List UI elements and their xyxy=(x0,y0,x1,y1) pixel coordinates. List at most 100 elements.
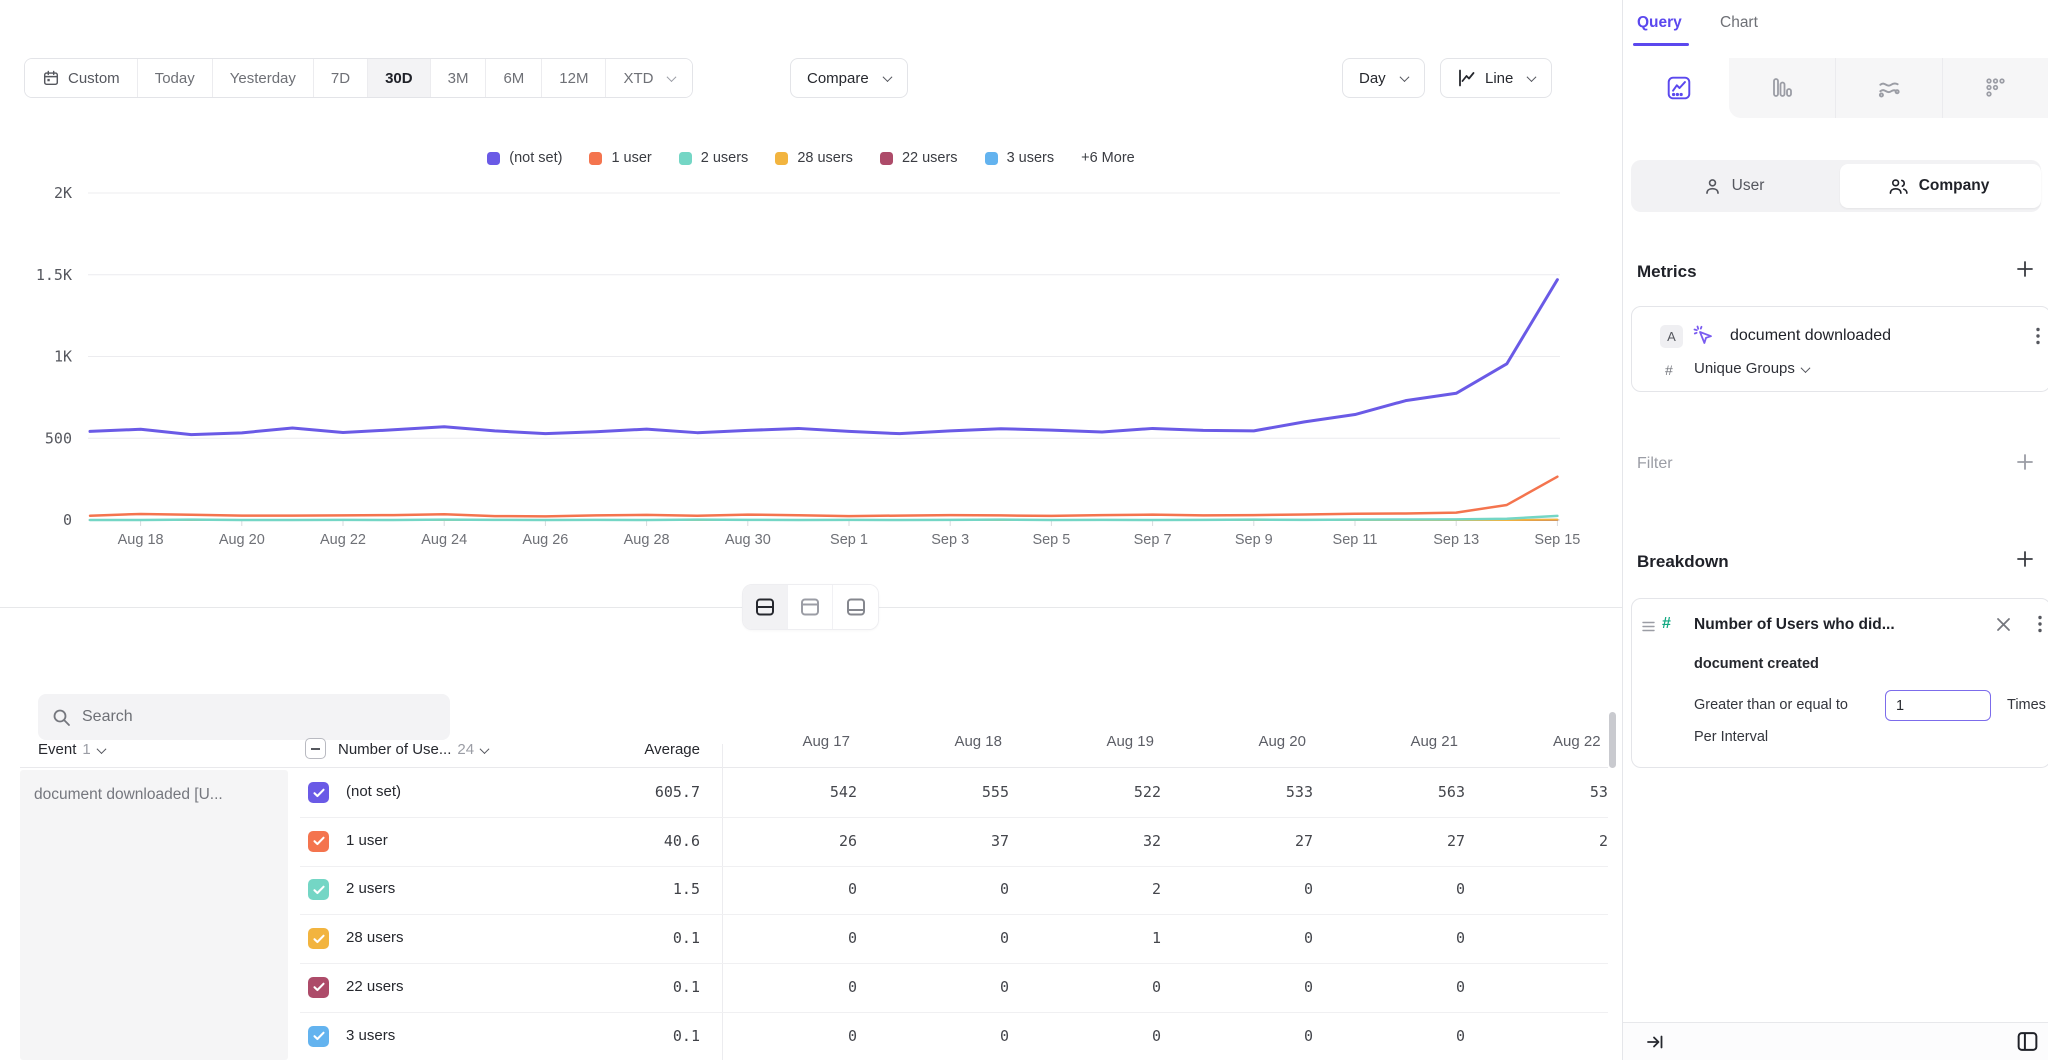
times-unit-label: Times xyxy=(2007,697,2046,713)
range-label: 30D xyxy=(385,70,413,87)
granularity-button[interactable]: Day xyxy=(1342,58,1425,98)
range-button-xtd[interactable]: XTD xyxy=(606,59,692,97)
active-tab-underline xyxy=(1633,43,1689,46)
range-label: Custom xyxy=(68,70,120,87)
range-button-30d[interactable]: 30D xyxy=(368,59,431,97)
row-value: 0 xyxy=(767,978,857,996)
row-checkbox[interactable] xyxy=(308,928,329,949)
group-column-header[interactable]: Number of Use...24 xyxy=(338,741,488,758)
search-input[interactable] xyxy=(82,708,412,726)
row-value: 0 xyxy=(1527,978,1608,996)
row-average: 1.5 xyxy=(530,880,700,898)
row-checkbox[interactable] xyxy=(308,879,329,900)
drag-handle-icon[interactable] xyxy=(1642,621,1655,632)
row-checkbox[interactable] xyxy=(308,977,329,998)
tab-chart[interactable]: Chart xyxy=(1720,14,1758,32)
row-value: 37 xyxy=(919,832,1009,850)
row-checkbox[interactable] xyxy=(308,831,329,852)
breakdown-card[interactable]: # Number of Users who did... document cr… xyxy=(1631,598,2048,768)
range-label: XTD xyxy=(623,70,653,87)
row-value: 0 xyxy=(1375,978,1465,996)
bar-chart-icon xyxy=(1770,76,1794,100)
main-area: Custom Today Yesterday 7D 30D 3M6M12M XTD Comp… xyxy=(0,0,1622,1060)
row-value: 27 xyxy=(1223,832,1313,850)
range-button-custom[interactable]: Custom xyxy=(25,59,138,97)
svg-text:Aug 22: Aug 22 xyxy=(320,532,366,548)
granularity-label: Day xyxy=(1359,70,1386,87)
bottom-view-icon xyxy=(845,596,867,618)
date-column-header: Aug 20 xyxy=(1216,733,1306,750)
svg-text:Sep 13: Sep 13 xyxy=(1433,532,1479,548)
breakdown-condition-label: Greater than or equal to xyxy=(1694,697,1848,713)
event-column-header[interactable]: Event1 xyxy=(38,741,105,758)
layout-split-button[interactable] xyxy=(743,585,788,629)
range-button-yesterday[interactable]: Yesterday xyxy=(213,59,314,97)
add-breakdown-button[interactable] xyxy=(2016,550,2034,568)
add-metric-button[interactable] xyxy=(2016,260,2034,278)
chart-type-more-tab[interactable] xyxy=(1942,58,2048,118)
range-label: Today xyxy=(155,70,195,87)
add-filter-button[interactable] xyxy=(2016,453,2034,471)
row-value: 535 xyxy=(1527,783,1608,801)
scope-toggle: User Company xyxy=(1631,160,2041,212)
table-body: (not set)605.75425555225335635351 user40… xyxy=(300,769,1608,1060)
compare-button[interactable]: Compare xyxy=(790,58,908,98)
row-average: 0.1 xyxy=(530,1027,700,1045)
range-button-today[interactable]: Today xyxy=(138,59,213,97)
chart-type-button[interactable]: Line xyxy=(1440,58,1552,98)
svg-text:Aug 24: Aug 24 xyxy=(421,532,467,548)
svg-text:Aug 30: Aug 30 xyxy=(725,532,771,548)
row-label: 22 users xyxy=(346,978,404,995)
chevron-down-icon xyxy=(1527,72,1537,82)
layout-toggle-group xyxy=(742,584,879,630)
metric-kebab-icon[interactable] xyxy=(2036,327,2040,345)
close-icon[interactable] xyxy=(1996,617,2011,632)
select-all-checkbox[interactable] xyxy=(305,738,326,759)
layout-top-button[interactable] xyxy=(788,585,833,629)
metric-card[interactable]: A document downloaded # Unique Groups xyxy=(1631,306,2048,392)
range-button-7d[interactable]: 7D xyxy=(314,59,368,97)
segment-user[interactable]: User xyxy=(1631,160,1836,212)
collapse-panel-icon[interactable] xyxy=(1645,1032,1665,1052)
row-value: 555 xyxy=(919,783,1009,801)
tab-query[interactable]: Query xyxy=(1637,14,1682,32)
breakdown-title: Number of Users who did... xyxy=(1694,616,1895,634)
chart-type-bar-tab[interactable] xyxy=(1729,58,1835,118)
vertical-scrollbar[interactable] xyxy=(1609,712,1616,768)
date-range-group: Custom Today Yesterday 7D 30D 3M6M12M XTD xyxy=(24,58,693,98)
row-value: 0 xyxy=(919,978,1009,996)
range-button-3m[interactable]: 3M xyxy=(431,59,487,97)
row-label: 1 user xyxy=(346,832,388,849)
metric-name[interactable]: document downloaded xyxy=(1730,327,1891,345)
row-value: 0 xyxy=(1223,929,1313,947)
row-value: 0 xyxy=(767,1027,857,1045)
flow-chart-icon xyxy=(1876,75,1902,101)
row-value: 0 xyxy=(767,929,857,947)
range-button-12m[interactable]: 12M xyxy=(542,59,606,97)
row-value: 27 xyxy=(1375,832,1465,850)
measure-selector[interactable]: Unique Groups xyxy=(1694,360,1809,377)
chevron-down-icon xyxy=(1800,363,1810,373)
top-view-icon xyxy=(799,596,821,618)
range-label: 7D xyxy=(331,70,350,87)
split-panel-icon[interactable] xyxy=(2015,1029,2040,1054)
row-checkbox[interactable] xyxy=(308,782,329,803)
chart-type-flow-tab[interactable] xyxy=(1835,58,1942,118)
row-label: 3 users xyxy=(346,1027,395,1044)
svg-text:Sep 3: Sep 3 xyxy=(931,532,969,548)
table-row: 2 users1.5002000 xyxy=(300,866,1608,915)
breakdown-kebab-icon[interactable] xyxy=(2038,615,2042,633)
row-checkbox[interactable] xyxy=(308,1026,329,1047)
chart-type-line-tab[interactable] xyxy=(1629,58,1729,118)
row-value: 0 xyxy=(1223,880,1313,898)
row-value: 0 xyxy=(1375,1027,1465,1045)
measure-prefix: # xyxy=(1665,362,1673,378)
layout-bottom-button[interactable] xyxy=(833,585,878,629)
search-icon xyxy=(52,708,71,727)
event-list-item[interactable]: document downloaded [U... xyxy=(20,770,288,1060)
range-label: Yesterday xyxy=(230,70,296,87)
range-button-6m[interactable]: 6M xyxy=(486,59,542,97)
times-input[interactable] xyxy=(1885,690,1991,721)
svg-text:Aug 26: Aug 26 xyxy=(522,532,568,548)
segment-company[interactable]: Company xyxy=(1836,160,2041,212)
